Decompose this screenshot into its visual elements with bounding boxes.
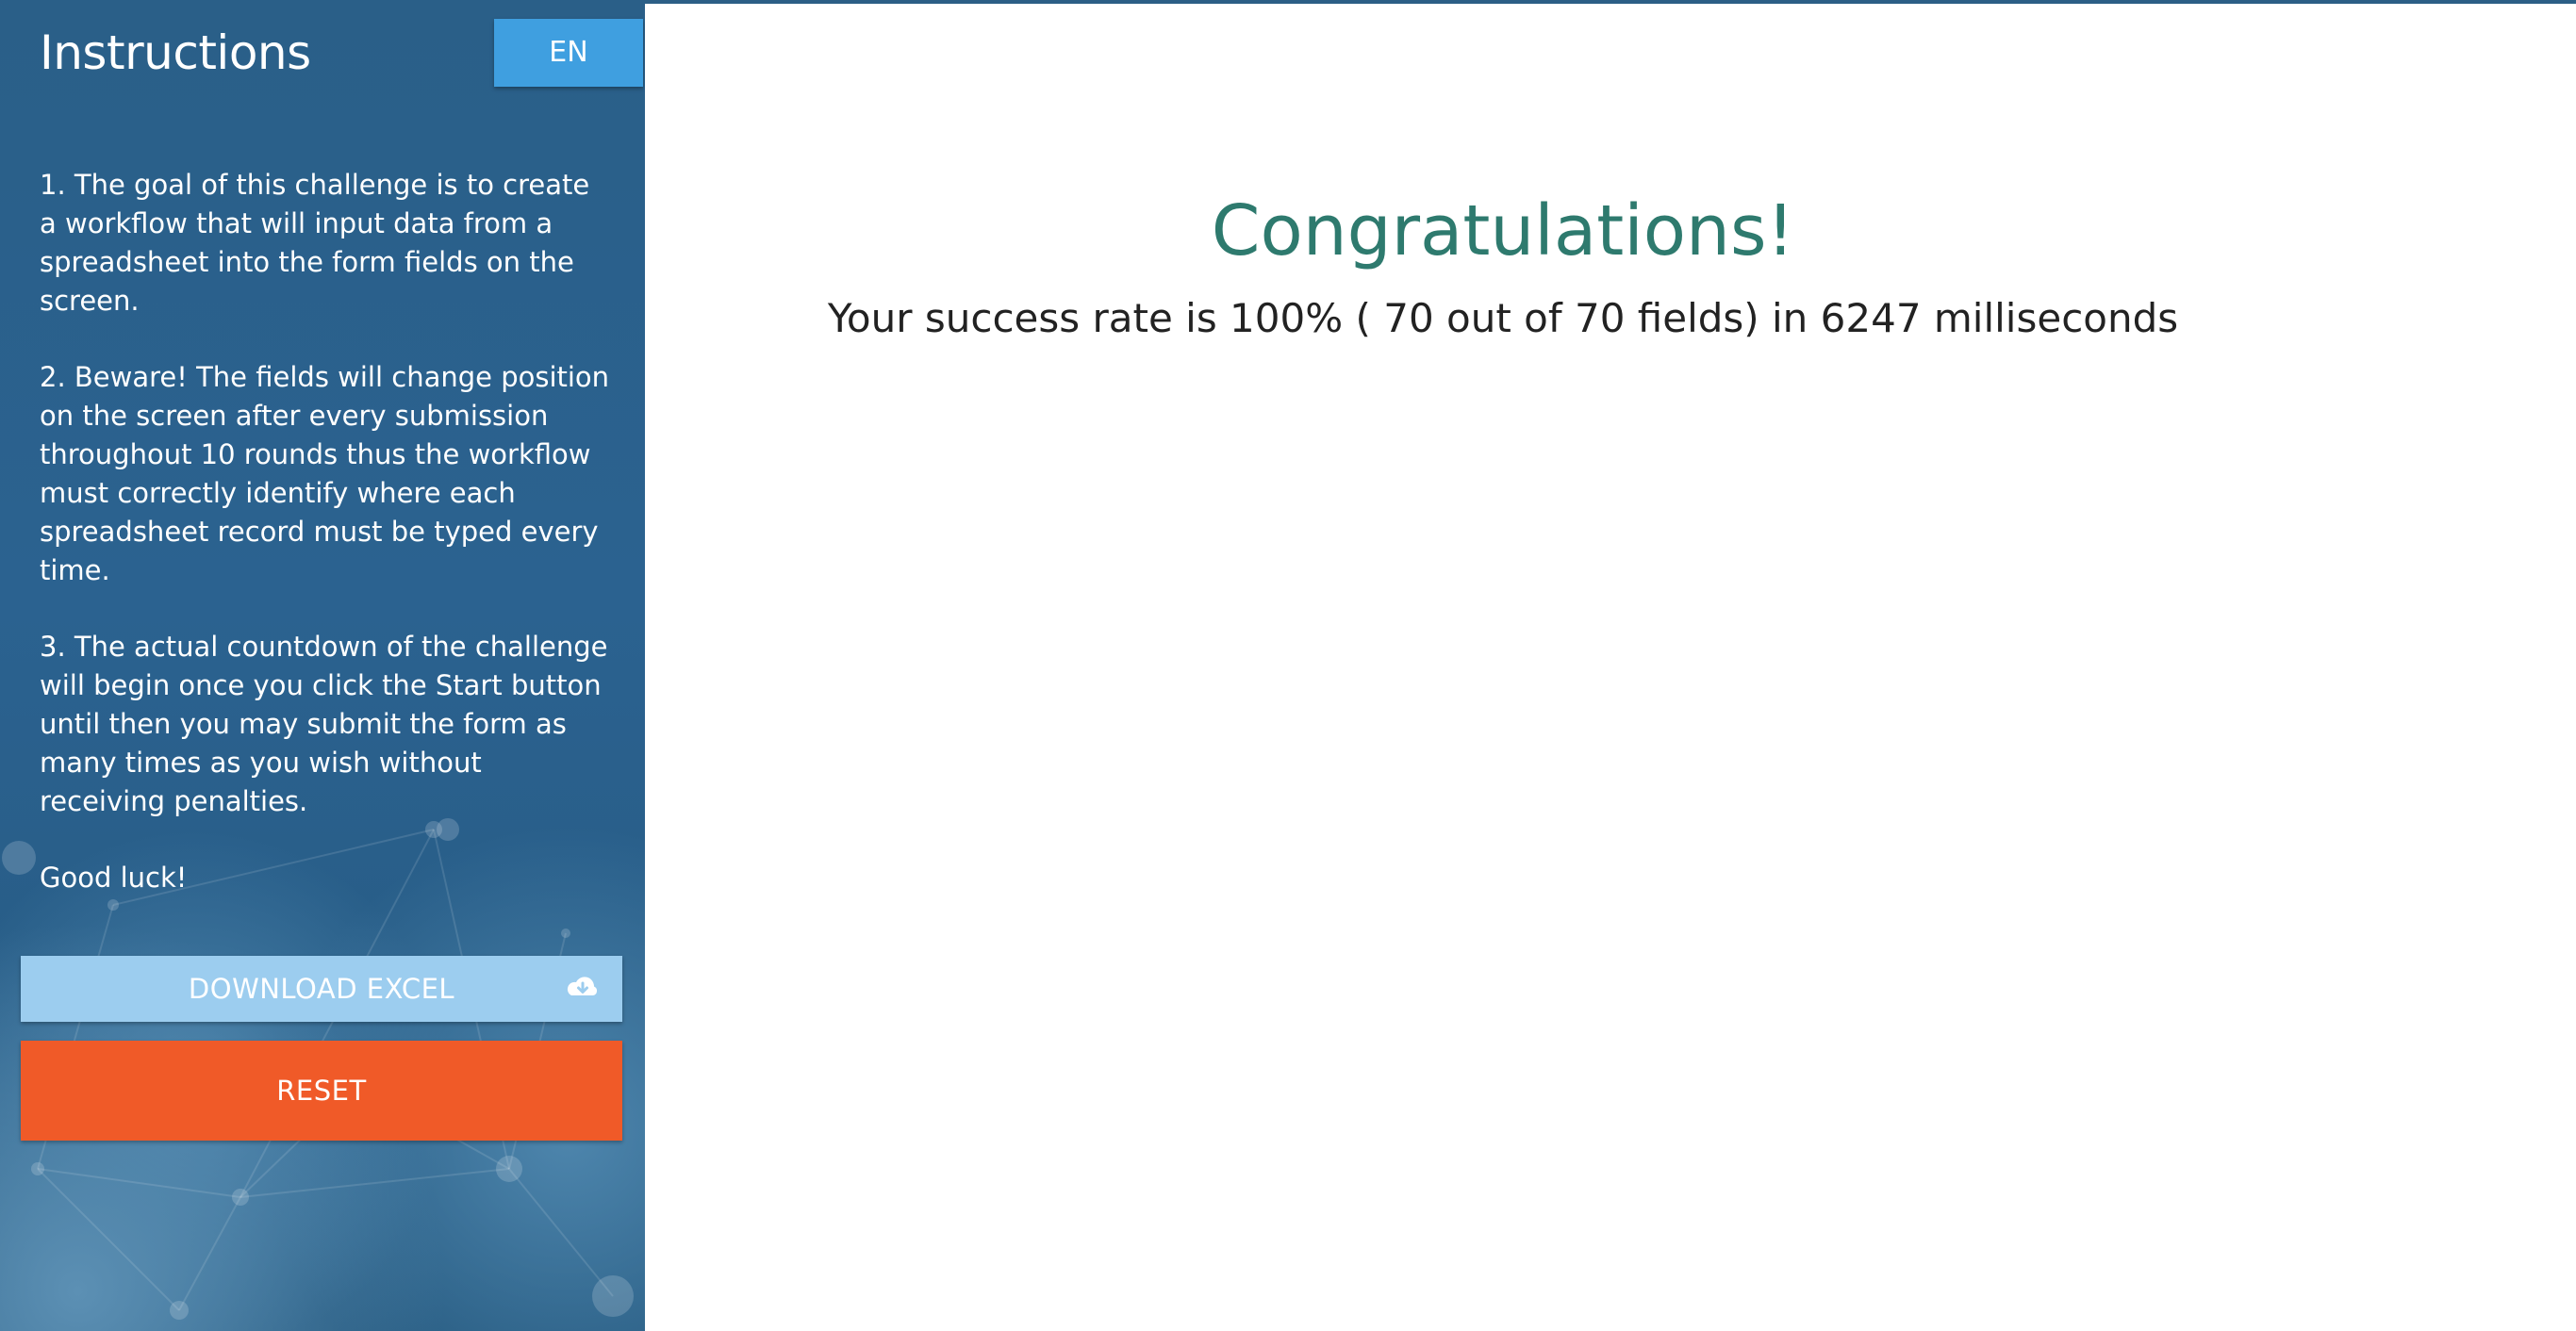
page: Instructions EN 1. The goal of this chal… (0, 0, 2576, 1331)
instruction-step-1: 1. The goal of this challenge is to crea… (40, 169, 590, 317)
cloud-download-icon (567, 977, 598, 995)
main-content: Congratulations! Your success rate is 10… (645, 4, 2576, 1331)
language-button[interactable]: EN (494, 19, 643, 87)
download-excel-label: DOWNLOAD EXCEL (188, 973, 455, 1005)
instruction-step-2: 2. Beware! The fields will change positi… (40, 361, 610, 586)
sidebar-title: Instructions (40, 25, 311, 80)
instructions-text: 1. The goal of this challenge is to crea… (40, 166, 613, 935)
download-excel-button[interactable]: DOWNLOAD EXCEL (21, 956, 622, 1022)
instruction-step-3: 3. The actual countdown of the challenge… (40, 631, 608, 817)
good-luck-text: Good luck! (40, 862, 188, 894)
congratulations-heading: Congratulations! (1211, 190, 1795, 271)
reset-button[interactable]: RESET (21, 1041, 622, 1141)
success-rate-text: Your success rate is 100% ( 70 out of 70… (827, 295, 2179, 341)
instructions-sidebar: Instructions EN 1. The goal of this chal… (0, 0, 645, 1331)
